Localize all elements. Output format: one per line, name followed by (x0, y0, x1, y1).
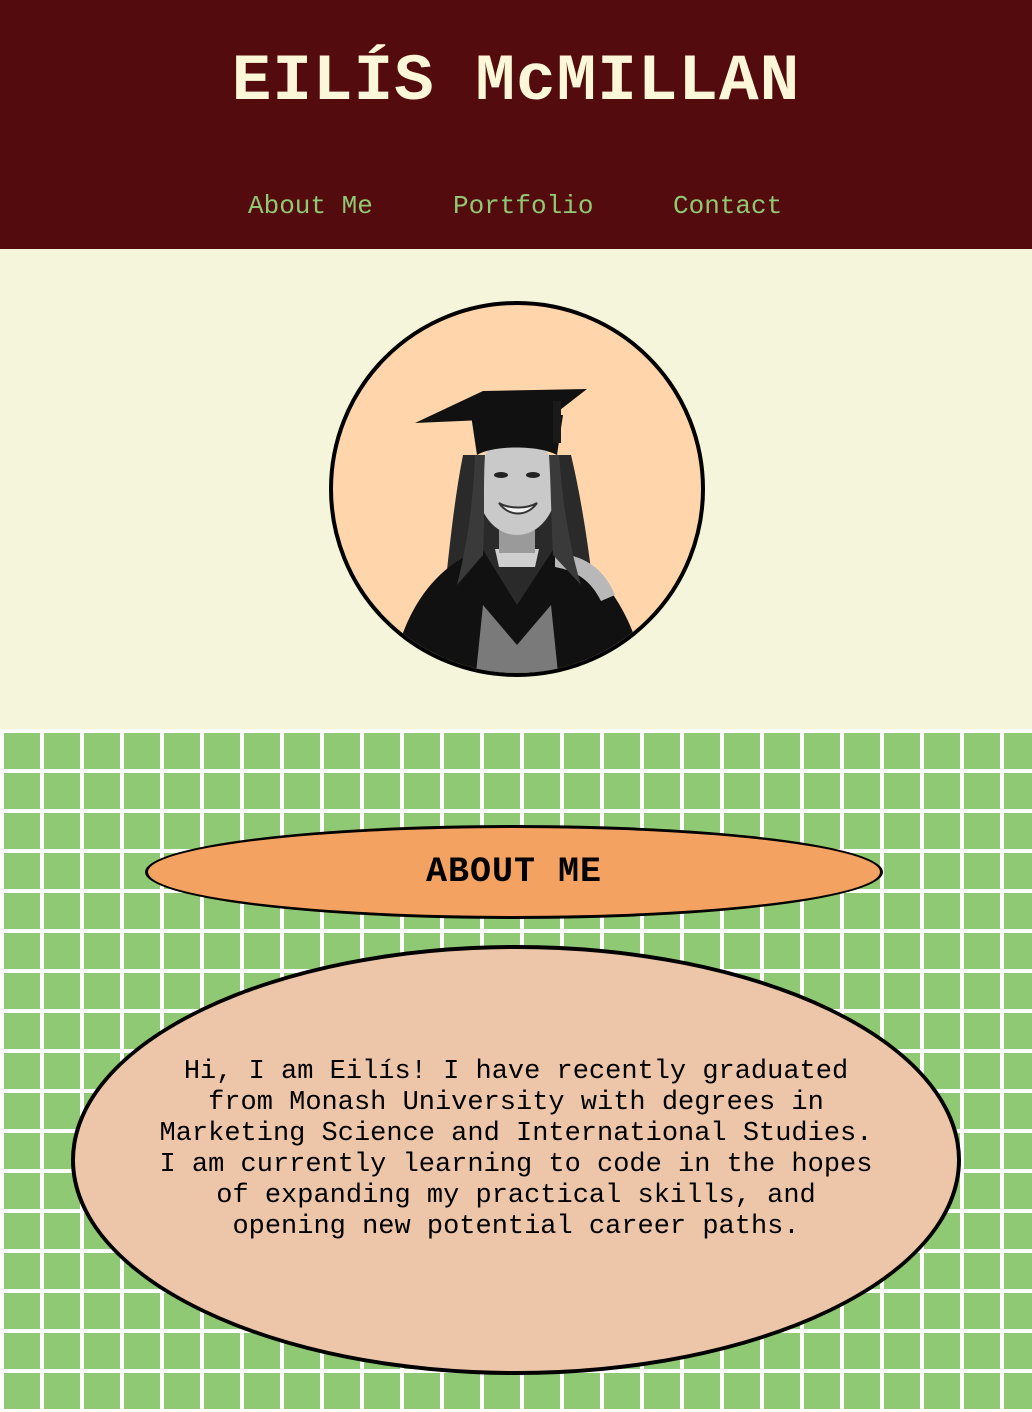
about-heading-banner: ABOUT ME (145, 825, 883, 919)
nav-link-contact[interactable]: Contact (673, 186, 782, 226)
about-section: ABOUT ME Hi, I am Eilís! I have recently… (0, 729, 1032, 1412)
hero-section (0, 249, 1032, 729)
graduate-portrait-icon (393, 389, 645, 673)
about-text: Hi, I am Eilís! I have recently graduate… (159, 1057, 873, 1242)
site-title: EILÍS McMILLAN (231, 44, 801, 119)
nav-link-about-me[interactable]: About Me (248, 186, 373, 226)
main-nav: About Me Portfolio Contact (0, 186, 1032, 226)
about-heading: ABOUT ME (425, 852, 603, 892)
about-card: Hi, I am Eilís! I have recently graduate… (71, 945, 961, 1375)
nav-link-portfolio[interactable]: Portfolio (453, 186, 593, 226)
profile-photo (329, 301, 705, 677)
site-header: EILÍS McMILLAN About Me Portfolio Contac… (0, 0, 1032, 249)
